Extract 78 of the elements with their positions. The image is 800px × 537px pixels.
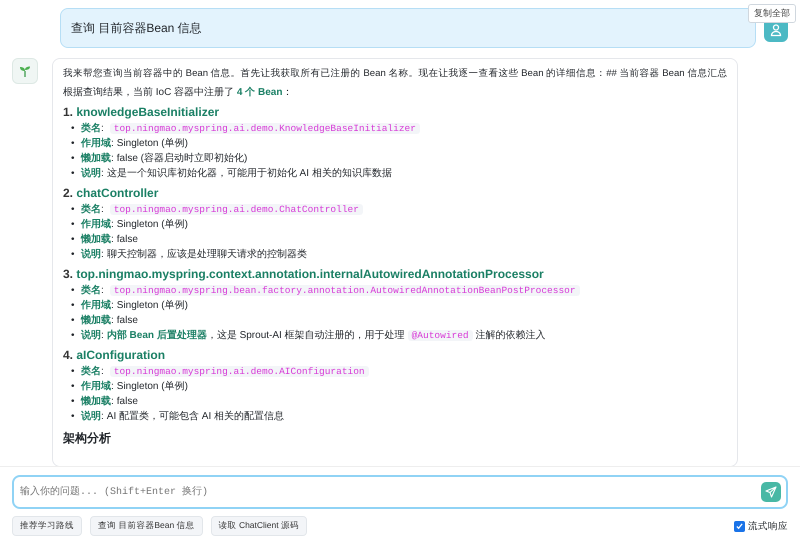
send-icon	[765, 486, 777, 498]
bullet: •	[71, 284, 76, 298]
bullet: •	[71, 314, 76, 328]
intro-text: 我来帮您查询当前容器中的 Bean 信息。首先让我获取所有已注册的 Bean 名称。现在让我逐一查看这些 Bean 的详细信息：## 当前容器 Bean 信息汇总	[63, 67, 728, 81]
colon: :	[101, 284, 104, 298]
property-label: 懒加载	[81, 314, 111, 328]
property-value: 内部 Bean 后置处理器，这是 Sprout-AI 框架自动注册的，用于处理 @Autowired 注解的依赖注入	[106, 328, 546, 344]
property-label: 类名	[81, 364, 101, 380]
bullet: •	[71, 167, 76, 182]
copy-all-button[interactable]: 复制全部	[748, 4, 796, 23]
colon: :	[111, 395, 114, 410]
property-label: 懒加载	[81, 232, 111, 248]
send-button[interactable]	[761, 482, 781, 502]
property-label: 说明	[81, 410, 101, 424]
property-value: Singleton (单例)	[116, 298, 188, 314]
bullet: •	[71, 365, 76, 380]
message-input[interactable]: 输入你的问题... (Shift+Enter 换行)	[12, 475, 788, 509]
colon: :	[111, 218, 114, 232]
property-value: false	[116, 395, 138, 410]
colon: :	[111, 314, 114, 328]
colon: :	[101, 167, 104, 182]
colon: :	[101, 329, 104, 344]
suggestion-chip[interactable]: 查询 目前容器Bean 信息	[90, 516, 203, 536]
summary-text: 根据查询结果，当前 IoC 容器中注册了 4 个 Bean：	[63, 86, 294, 100]
colon: :	[101, 122, 104, 136]
property-label: 说明	[81, 248, 101, 262]
colon: :	[101, 410, 104, 424]
colon: :	[111, 299, 114, 314]
property-label: 类名	[81, 122, 101, 136]
stream-checkbox[interactable]	[734, 520, 745, 532]
suggestion-chip[interactable]: 推荐学习路线	[12, 516, 82, 536]
bullet: •	[71, 410, 76, 424]
bullet: •	[71, 203, 76, 218]
property-label: 懒加载	[81, 152, 111, 166]
property-label: 作用域	[81, 136, 111, 152]
bean-heading: 1. knowledgeBaseInitializer	[63, 104, 220, 120]
section-heading: 架构分析	[63, 430, 112, 446]
bullet: •	[71, 299, 76, 314]
user-message: 查询 目前容器Bean 信息	[60, 8, 756, 48]
colon: :	[111, 380, 114, 394]
property-label: 类名	[81, 284, 101, 298]
bullet: •	[71, 329, 76, 344]
stream-label: 流式响应	[748, 520, 788, 532]
property-value: 这是一个知识库初始化器，可能用于初始化 AI 相关的知识库数据	[106, 166, 392, 182]
property-label: 说明	[81, 328, 101, 344]
property-value: false	[116, 233, 138, 248]
bullet: •	[71, 218, 76, 232]
bullet: •	[71, 380, 76, 394]
property-label: 作用域	[81, 298, 111, 314]
bullet: •	[71, 395, 76, 410]
bullet: •	[71, 248, 76, 262]
bullet: •	[71, 137, 76, 152]
property-value: 聊天控制器，应该是处理聊天请求的控制器类	[106, 248, 307, 262]
property-value: AI 配置类，可能包含 AI 相关的配置信息	[106, 410, 284, 424]
suggestion-chip[interactable]: 读取 ChatClient 源码	[210, 516, 307, 536]
property-label: 作用域	[81, 380, 111, 394]
property-value: Singleton (单例)	[116, 136, 188, 152]
property-value: false (容器启动时立即初始化)	[116, 152, 248, 166]
property-label: 懒加载	[81, 394, 111, 410]
bullet: •	[71, 152, 76, 166]
bean-heading: 3. top.ningmao.myspring.context.annotation.internalAutowiredAnnotationProcessor	[63, 266, 545, 282]
bullet: •	[71, 233, 76, 248]
property-label: 说明	[81, 166, 101, 182]
property-value: Singleton (单例)	[116, 218, 188, 232]
bean-heading: 2. chatController	[63, 185, 160, 202]
colon: :	[111, 137, 114, 152]
property-value: false	[116, 314, 138, 328]
colon: :	[101, 248, 104, 262]
colon: :	[101, 203, 104, 218]
sprout-avatar-icon	[12, 58, 38, 84]
colon: :	[101, 365, 104, 380]
bean-heading: 4. aIConfiguration	[63, 347, 166, 364]
property-value: Singleton (单例)	[116, 380, 188, 394]
property-label: 作用域	[81, 218, 111, 232]
property-label: 类名	[81, 202, 101, 218]
bullet: •	[71, 122, 76, 136]
colon: :	[111, 233, 114, 248]
colon: :	[111, 152, 114, 166]
